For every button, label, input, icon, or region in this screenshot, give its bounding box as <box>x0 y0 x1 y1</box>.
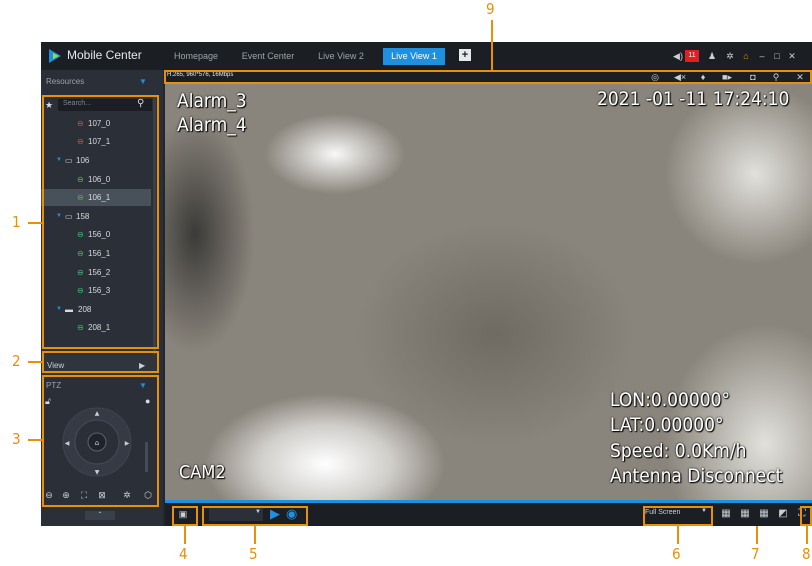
osd-longitude: LON:0.00000° <box>610 389 731 411</box>
callout-3: 3 <box>12 430 21 448</box>
close-icon[interactable]: ✕ <box>787 51 797 61</box>
callout-5: 5 <box>249 545 258 563</box>
callout-box-ptz <box>42 375 159 507</box>
callout-box-view <box>42 351 159 373</box>
osd-antenna-status: Antenna Disconnect <box>610 465 783 487</box>
user-icon[interactable]: ♟ <box>707 51 717 61</box>
alarm-count-badge[interactable]: 11 <box>685 50 699 62</box>
tab-live-view-1[interactable]: Live View 1 <box>383 48 445 65</box>
callout-box-fullscreen <box>643 506 713 526</box>
callout-leader-1 <box>28 222 42 224</box>
osd-speed: Speed: 0.0Km/h <box>610 440 747 462</box>
callout-leader-8 <box>806 526 808 544</box>
tab-live-view-2[interactable]: Live View 2 <box>311 48 371 65</box>
custom-layout-icon[interactable]: ◩ <box>777 509 789 519</box>
video-window[interactable]: Alarm_3 Alarm_4 2021 -01 -11 17:24:10 CA… <box>165 84 812 503</box>
callout-leader-9 <box>491 20 493 70</box>
layout-16-split-icon[interactable]: ▦ <box>758 509 770 519</box>
callout-leader-2 <box>28 361 42 363</box>
callout-leader-4 <box>184 526 186 544</box>
callout-2: 2 <box>12 352 21 370</box>
callout-4: 4 <box>179 545 188 563</box>
title-bar: Mobile Center Homepage Event Center Live… <box>41 42 812 70</box>
tab-homepage[interactable]: Homepage <box>166 48 226 65</box>
callout-6: 6 <box>672 545 681 563</box>
callout-9: 9 <box>486 0 495 18</box>
lock-icon[interactable]: ⌂ <box>741 51 751 61</box>
osd-alarm-4: Alarm_4 <box>177 114 247 136</box>
layout-9-split-icon[interactable]: ▦ <box>739 509 751 519</box>
layout-4-split-icon[interactable]: ▦ <box>720 509 732 519</box>
callout-box-save <box>172 506 198 526</box>
callout-leader-3 <box>28 439 42 441</box>
app-logo-icon <box>49 49 61 63</box>
callout-1: 1 <box>12 213 21 231</box>
speaker-icon[interactable]: ◀) <box>673 51 683 61</box>
callout-box-tour <box>202 506 308 526</box>
callout-8: 8 <box>802 545 811 563</box>
osd-camera-name: CAM2 <box>179 462 226 483</box>
minimize-icon[interactable]: – <box>757 51 767 61</box>
tab-event-center[interactable]: Event Center <box>237 48 299 65</box>
callout-leader-6 <box>677 526 679 544</box>
maximize-icon[interactable]: □ <box>772 51 782 61</box>
callout-box-expand <box>800 506 812 526</box>
app-title: Mobile Center <box>67 48 142 62</box>
osd-alarm-3: Alarm_3 <box>177 90 247 112</box>
collapse-panel-button[interactable]: ⌃ <box>85 511 115 520</box>
gear-icon[interactable]: ✲ <box>725 51 735 61</box>
resources-label: Resources <box>46 77 85 86</box>
callout-leader-7 <box>756 526 758 544</box>
callout-leader-5 <box>254 526 256 544</box>
callout-box-resources <box>42 95 159 349</box>
osd-datetime: 2021 -01 -11 17:24:10 <box>597 88 790 110</box>
callout-7: 7 <box>751 545 760 563</box>
add-tab-button[interactable]: + <box>459 49 471 61</box>
callout-box-video-toolbar <box>164 70 812 84</box>
osd-latitude: LAT:0.00000° <box>610 414 724 436</box>
resources-chevron-down-icon[interactable]: ▼ <box>139 77 147 86</box>
